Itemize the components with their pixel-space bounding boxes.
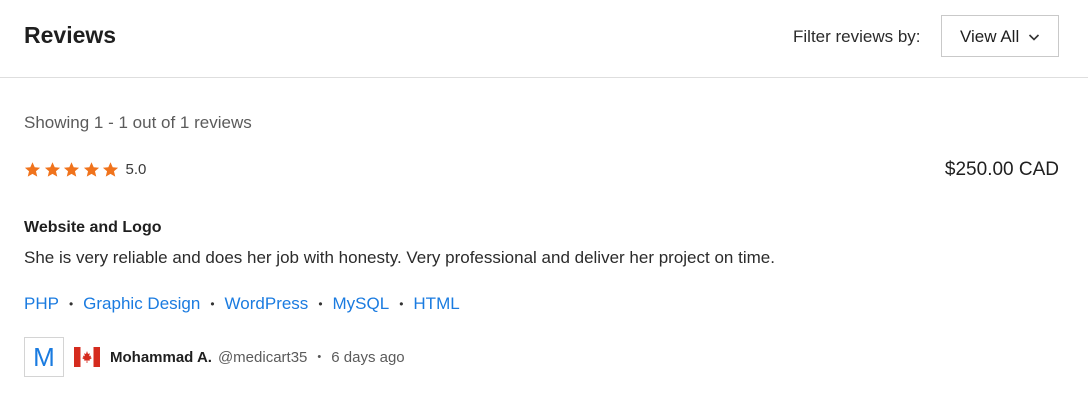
avatar[interactable]: M	[24, 337, 64, 377]
review-text: She is very reliable and does her job wi…	[24, 248, 775, 267]
filter-label: Filter reviews by:	[793, 27, 921, 46]
skill-tag-graphic-design[interactable]: Graphic Design	[83, 294, 200, 314]
separator-dot: •	[210, 297, 215, 311]
separator-dot: •	[317, 351, 322, 363]
separator-dot: •	[68, 297, 74, 311]
filter-selected-value: View All	[960, 27, 1020, 46]
skill-tag-html[interactable]: HTML	[413, 294, 459, 314]
skill-tag-mysql[interactable]: MySQL	[333, 294, 390, 314]
reviews-header: Reviews Filter reviews by: View All	[0, 0, 1088, 78]
stars-group	[24, 161, 122, 178]
rating-value: 5.0	[125, 160, 147, 178]
review-price: $250.00 CAD	[944, 159, 1059, 180]
chevron-down-icon	[1028, 34, 1040, 41]
reviewer-handle: @medicart35	[217, 348, 308, 366]
review-time: 6 days ago	[331, 348, 405, 366]
separator-dot: •	[318, 297, 323, 311]
canada-flag-icon	[74, 347, 100, 367]
star-rating: 5.0	[24, 159, 146, 179]
page-title: Reviews	[24, 22, 117, 48]
skill-tags: PHP • Graphic Design • WordPress • MySQL…	[24, 294, 460, 314]
skill-tag-php[interactable]: PHP	[24, 294, 59, 314]
star-icon	[44, 161, 60, 177]
filter-dropdown[interactable]: View All	[941, 15, 1059, 57]
separator-dot: •	[399, 297, 404, 311]
review-title: Website and Logo	[24, 219, 162, 236]
star-icon	[63, 161, 80, 177]
showing-count: Showing 1 - 1 out of 1 reviews	[24, 113, 252, 132]
star-icon	[102, 161, 119, 177]
skill-tag-wordpress[interactable]: WordPress	[225, 294, 309, 314]
reviewer-name[interactable]: Mohammad A.	[110, 349, 212, 366]
star-icon	[24, 161, 41, 177]
star-icon	[83, 161, 99, 177]
reviewer-info: M Mohammad A. @medicart35 • 6 days ago	[24, 337, 405, 377]
